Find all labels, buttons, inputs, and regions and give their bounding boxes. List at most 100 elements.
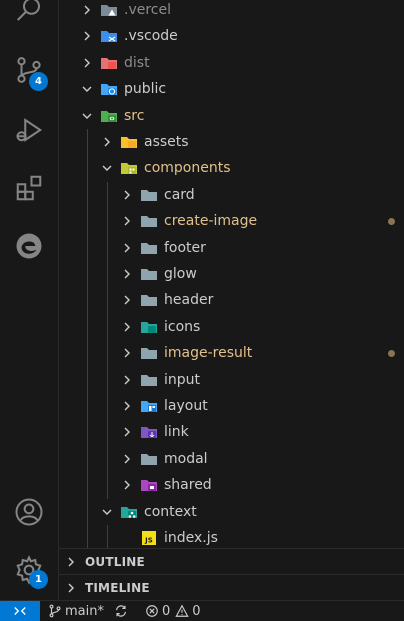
- chevron-right-icon: [63, 580, 79, 596]
- chevron-right-icon: [79, 2, 95, 18]
- tree-item-label: layout: [164, 398, 208, 414]
- chevron-right-icon: [119, 372, 135, 388]
- chevron-right-icon: [119, 451, 135, 467]
- chevron-down-icon: [99, 504, 115, 520]
- tree-item-label: assets: [144, 134, 189, 150]
- tree-item-label: public: [124, 81, 167, 98]
- icons-folder-icon: [140, 319, 158, 335]
- src-folder-icon: [100, 108, 118, 124]
- tree-item-label: components: [144, 160, 231, 177]
- run-debug-icon[interactable]: [0, 106, 58, 154]
- file-tree: .vercel .vscode dist public src assets compone…: [59, 0, 404, 548]
- branch-indicator[interactable]: main*: [48, 604, 104, 619]
- remote-indicator[interactable]: [0, 600, 40, 621]
- git-branch-icon: [49, 604, 61, 618]
- indent-guide: [87, 129, 88, 548]
- accounts-icon[interactable]: [0, 488, 58, 536]
- tree-item-label: src: [124, 107, 145, 124]
- tree-item-shared[interactable]: shared: [59, 472, 404, 498]
- chevron-right-icon: [119, 213, 135, 229]
- chevron-right-icon: [119, 292, 135, 308]
- chevron-right-icon: [119, 240, 135, 256]
- chevron-down-icon: [79, 108, 95, 124]
- status-bar: main* 0 0: [0, 600, 404, 621]
- source-control-icon[interactable]: 4: [0, 46, 58, 94]
- dist-folder-icon: [100, 55, 118, 71]
- tree-item-card[interactable]: card: [59, 182, 404, 208]
- chevron-right-icon: [119, 319, 135, 335]
- vercel-folder-icon: [100, 2, 118, 18]
- timeline-section-header[interactable]: TIMELINE: [59, 574, 404, 600]
- context-folder-icon: [120, 504, 138, 520]
- timeline-label: TIMELINE: [85, 580, 150, 595]
- error-count: 0: [161, 603, 171, 619]
- chevron-right-icon: [119, 424, 135, 440]
- tree-item-dist[interactable]: dist: [59, 50, 404, 76]
- chevron-right-icon: [119, 477, 135, 493]
- tree-item-label: footer: [164, 239, 206, 256]
- indent-guide: [107, 525, 108, 548]
- tree-item-label: modal: [164, 450, 208, 467]
- folder-icon: [140, 213, 158, 229]
- settings-gear-icon[interactable]: 1: [0, 546, 58, 594]
- chevron-right-icon: [79, 55, 95, 71]
- tree-item-label: input: [164, 371, 201, 388]
- extensions-icon[interactable]: [0, 164, 58, 212]
- tree-item-context[interactable]: context: [59, 499, 404, 525]
- tree-item-icons[interactable]: icons: [59, 314, 404, 340]
- tree-item-label: glow: [164, 266, 197, 282]
- tree-item-vercel[interactable]: .vercel: [59, 0, 404, 23]
- tree-item-label: .vercel: [124, 2, 171, 18]
- warning-count: 0: [192, 603, 201, 619]
- outline-label: OUTLINE: [85, 554, 145, 569]
- remote-icon: [14, 607, 26, 615]
- edge-devtools-icon[interactable]: [0, 222, 58, 270]
- tree-item-index-js[interactable]: JS index.js: [59, 525, 404, 548]
- folder-icon: [140, 266, 158, 282]
- modified-dot: [388, 349, 395, 357]
- sync-icon: [115, 605, 126, 617]
- problems-indicator[interactable]: 0 0: [145, 604, 201, 619]
- tree-item-header[interactable]: header: [59, 287, 404, 313]
- sync-button[interactable]: [114, 604, 131, 618]
- tree-item-label: dist: [124, 54, 150, 71]
- explorer-panel: .vercel .vscode dist public src assets compone…: [58, 0, 404, 600]
- tree-item-footer[interactable]: footer: [59, 235, 404, 261]
- tree-item-label: shared: [164, 477, 212, 494]
- tree-item-assets[interactable]: assets: [59, 129, 404, 155]
- tree-item-create-image[interactable]: create-image: [59, 208, 404, 234]
- layout-folder-icon: [140, 398, 158, 414]
- components-folder-icon: [120, 160, 138, 176]
- folder-icon: [140, 240, 158, 256]
- error-icon: [146, 605, 158, 617]
- chevron-right-icon: [63, 554, 79, 570]
- tree-item-glow[interactable]: glow: [59, 261, 404, 287]
- tree-item-label: index.js: [164, 530, 218, 546]
- chevron-right-icon: [119, 266, 135, 282]
- tree-item-label: .vscode: [124, 28, 178, 45]
- tree-item-layout[interactable]: layout: [59, 393, 404, 419]
- chevron-right-icon: [119, 345, 135, 361]
- chevron-down-icon: [99, 160, 115, 176]
- tree-item-src[interactable]: src: [59, 103, 404, 129]
- tree-item-label: image-result: [164, 345, 253, 362]
- tree-item-vscode[interactable]: .vscode: [59, 23, 404, 49]
- tree-item-label: context: [144, 503, 197, 520]
- tree-item-label: create-image: [164, 213, 258, 230]
- warning-icon: [175, 604, 189, 617]
- search-icon[interactable]: [0, 0, 58, 34]
- tree-item-label: header: [164, 292, 214, 309]
- settings-badge: 1: [29, 570, 48, 589]
- tree-item-image-result[interactable]: image-result: [59, 340, 404, 366]
- tree-item-public[interactable]: public: [59, 76, 404, 102]
- tree-item-modal[interactable]: modal: [59, 446, 404, 472]
- tree-item-components[interactable]: components: [59, 155, 404, 181]
- tree-item-link[interactable]: link: [59, 419, 404, 445]
- folder-icon: [140, 187, 158, 203]
- tree-item-input[interactable]: input: [59, 367, 404, 393]
- indent-guide: [107, 181, 108, 499]
- chevron-right-icon: [119, 187, 135, 203]
- activity-bar: 4 1: [0, 0, 58, 600]
- outline-section-header[interactable]: OUTLINE: [59, 548, 404, 574]
